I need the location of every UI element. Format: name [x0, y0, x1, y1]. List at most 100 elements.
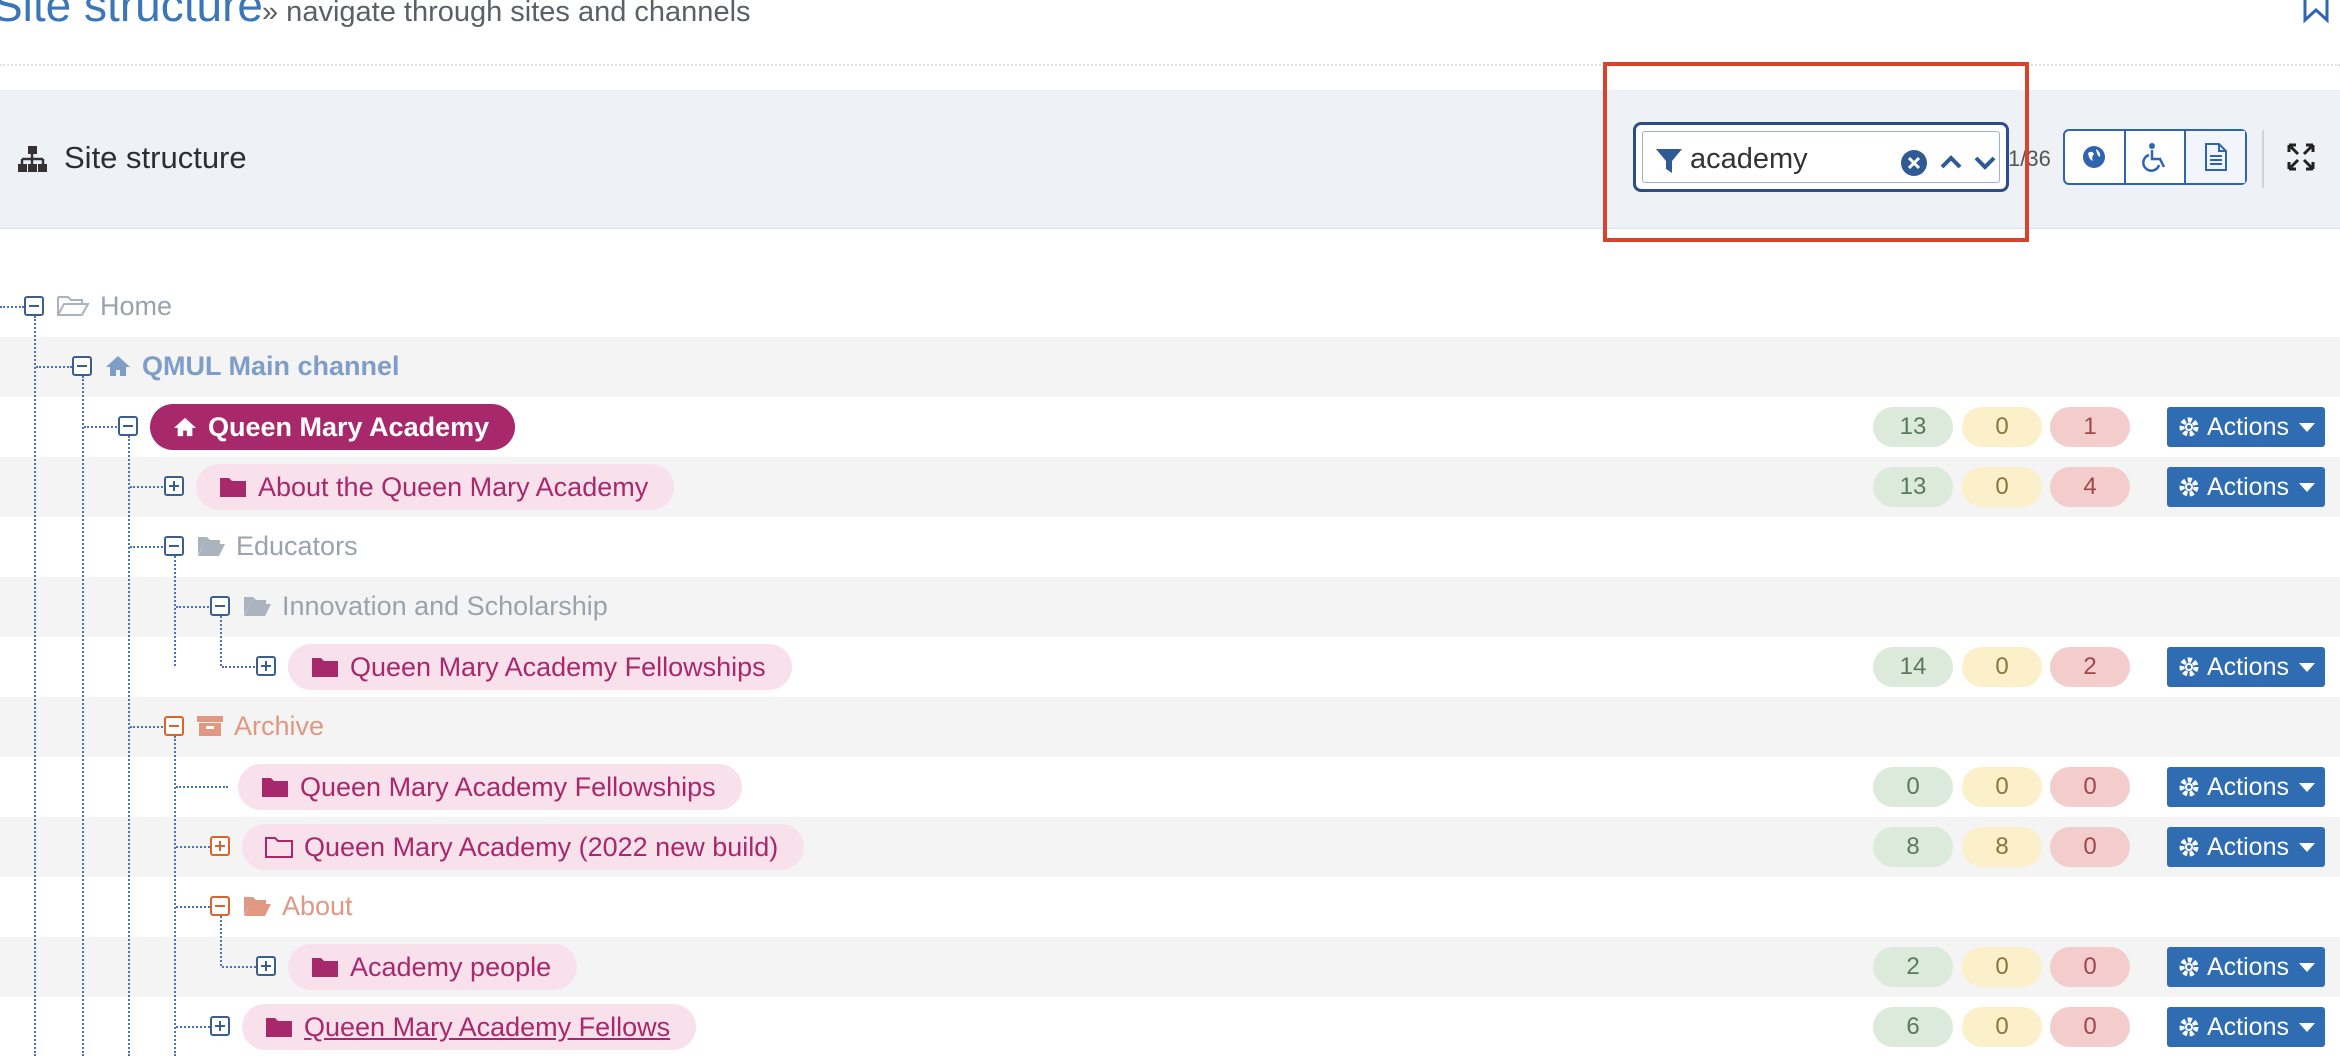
tree-node[interactable]: Innovation and Scholarship — [242, 583, 608, 629]
collapse-toggle[interactable] — [164, 536, 184, 556]
actions-label: Actions — [2207, 772, 2289, 801]
tree-connector — [176, 906, 210, 908]
tree-row: Queen Mary Academy Fellows 6 0 0 Actions — [0, 997, 2340, 1057]
folder-icon — [220, 478, 246, 497]
node-label: About — [282, 890, 353, 921]
expand-toggle[interactable] — [256, 656, 276, 676]
gear-icon — [2179, 417, 2199, 437]
tree-row: About — [0, 877, 2340, 937]
tree-node[interactable]: Archive — [196, 703, 324, 749]
pending-count-badge: 0 — [1962, 947, 2042, 987]
tree-node[interactable]: About — [242, 883, 353, 929]
collapse-toggle[interactable] — [118, 416, 138, 436]
node-label: Queen Mary Academy Fellowships — [300, 771, 716, 802]
actions-button[interactable]: Actions — [2167, 407, 2325, 447]
collapse-toggle[interactable] — [164, 716, 184, 736]
wheelchair-icon — [2142, 143, 2166, 172]
tree-node[interactable]: About the Queen Mary Academy — [196, 464, 675, 510]
pending-count-badge: 0 — [1962, 647, 2042, 687]
offline-count-badge: 0 — [2050, 767, 2130, 807]
collapse-toggle[interactable] — [210, 896, 230, 916]
fullscreen-icon[interactable] — [2286, 142, 2316, 172]
published-count-badge: 2 — [1873, 947, 1953, 987]
node-label: Educators — [236, 530, 358, 561]
sitemap-icon — [18, 146, 47, 172]
actions-button[interactable]: Actions — [2167, 767, 2325, 807]
tree-connector — [174, 556, 176, 666]
gear-icon — [2179, 837, 2199, 857]
folder-open-icon — [244, 597, 271, 616]
accessibility-button[interactable] — [2126, 131, 2187, 183]
pending-count-badge: 0 — [1962, 1007, 2042, 1047]
expand-toggle[interactable] — [256, 956, 276, 976]
tree-node[interactable]: Queen Mary Academy Fellowships — [288, 644, 792, 690]
pending-count-badge: 8 — [1962, 827, 2042, 867]
tree-node[interactable]: QMUL Main channel — [104, 343, 400, 389]
offline-count-badge: 2 — [2050, 647, 2130, 687]
bookmark-icon[interactable] — [2302, 0, 2330, 24]
node-label: Queen Mary Academy Fellowships — [350, 651, 766, 682]
toolbar-divider — [2262, 130, 2264, 188]
folder-icon — [312, 958, 338, 977]
document-button[interactable] — [2186, 131, 2246, 183]
view-button-group — [2063, 129, 2247, 185]
tree-node[interactable]: Academy people — [288, 944, 578, 990]
offline-count-badge: 1 — [2050, 407, 2130, 447]
tree-row: About the Queen Mary Academy 13 0 4 Acti… — [0, 457, 2340, 517]
expand-toggle[interactable] — [210, 836, 230, 856]
tree-row: QMUL Main channel — [0, 337, 2340, 397]
tree-node-selected[interactable]: Queen Mary Academy — [150, 404, 516, 450]
actions-button[interactable]: Actions — [2167, 467, 2325, 507]
panel-title: Site structure — [64, 140, 247, 175]
tree-row: Queen Mary Academy 13 0 1 Actions — [0, 397, 2340, 457]
offline-count-badge: 0 — [2050, 827, 2130, 867]
node-label: About the Queen Mary Academy — [258, 471, 649, 502]
tree-connector — [174, 736, 176, 1056]
home-icon — [106, 356, 130, 376]
tree-connector — [0, 306, 24, 308]
folder-icon — [266, 1018, 292, 1037]
collapse-toggle[interactable] — [72, 356, 92, 376]
node-label: Innovation and Scholarship — [282, 590, 608, 621]
gear-icon — [2179, 777, 2199, 797]
tree-row: Academy people 2 0 0 Actions — [0, 937, 2340, 997]
caret-down-icon — [2298, 1022, 2315, 1032]
tree-node[interactable]: Queen Mary Academy (2022 new build) — [242, 824, 805, 870]
tree-node[interactable]: Home — [56, 283, 172, 329]
caret-down-icon — [2298, 842, 2315, 852]
folder-open-outline-icon — [57, 296, 90, 316]
actions-button[interactable]: Actions — [2167, 827, 2325, 867]
tree-connector — [176, 1026, 210, 1028]
expand-toggle[interactable] — [164, 476, 184, 496]
tree-node[interactable]: Educators — [196, 523, 358, 569]
tree-connector — [130, 486, 166, 488]
globe-button[interactable] — [2065, 131, 2126, 183]
caret-down-icon — [2298, 482, 2315, 492]
offline-count-badge: 4 — [2050, 467, 2130, 507]
tree-connector — [84, 426, 120, 428]
tree-row: Innovation and Scholarship — [0, 577, 2340, 637]
gear-icon — [2179, 957, 2199, 977]
node-label: QMUL Main channel — [142, 350, 400, 381]
globe-icon — [2083, 146, 2106, 168]
tree-node[interactable]: Queen Mary Academy Fellows — [242, 1004, 697, 1050]
tree-connector — [220, 616, 222, 666]
actions-button[interactable]: Actions — [2167, 947, 2325, 987]
tree-row: Archive — [0, 697, 2340, 757]
tree-connector — [82, 376, 84, 1056]
tree-node[interactable]: Queen Mary Academy Fellowships — [238, 764, 742, 810]
tree-connector — [130, 546, 166, 548]
actions-button[interactable]: Actions — [2167, 1007, 2325, 1047]
published-count-badge: 8 — [1873, 827, 1953, 867]
published-count-badge: 14 — [1873, 647, 1953, 687]
collapse-toggle[interactable] — [210, 596, 230, 616]
gear-icon — [2179, 1017, 2199, 1037]
node-label: Home — [100, 290, 173, 321]
tree-row: Queen Mary Academy Fellowships 14 0 2 Ac… — [0, 637, 2340, 697]
actions-button[interactable]: Actions — [2167, 647, 2325, 687]
tree-connector — [130, 726, 166, 728]
caret-down-icon — [2298, 662, 2315, 672]
published-count-badge: 0 — [1873, 767, 1953, 807]
collapse-toggle[interactable] — [24, 296, 44, 316]
expand-toggle[interactable] — [210, 1016, 230, 1036]
